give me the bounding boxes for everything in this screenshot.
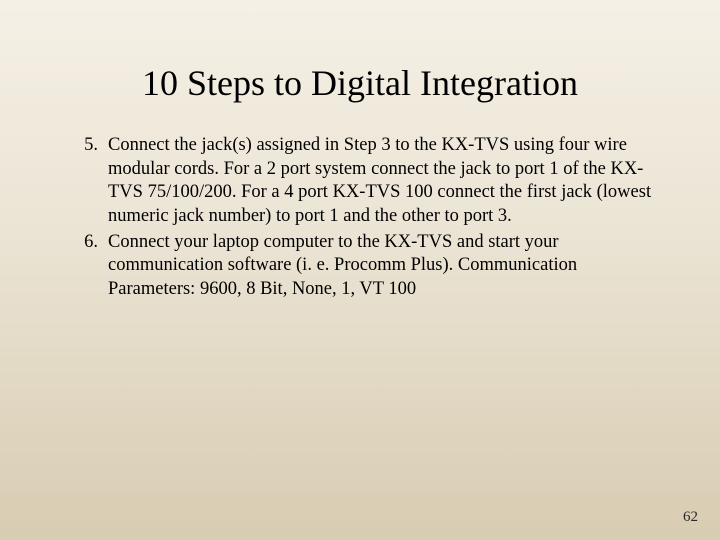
item-number: 5. [82, 134, 108, 229]
item-text: Connect your laptop computer to the KX-T… [108, 231, 660, 302]
list-item: 6. Connect your laptop computer to the K… [82, 231, 660, 302]
item-number: 6. [82, 231, 108, 302]
step-list: 5. Connect the jack(s) assigned in Step … [60, 134, 660, 302]
slide-title: 10 Steps to Digital Integration [60, 62, 660, 104]
slide: 10 Steps to Digital Integration 5. Conne… [0, 0, 720, 302]
list-item: 5. Connect the jack(s) assigned in Step … [82, 134, 660, 229]
page-number: 62 [683, 509, 698, 526]
item-text: Connect the jack(s) assigned in Step 3 t… [108, 134, 660, 229]
